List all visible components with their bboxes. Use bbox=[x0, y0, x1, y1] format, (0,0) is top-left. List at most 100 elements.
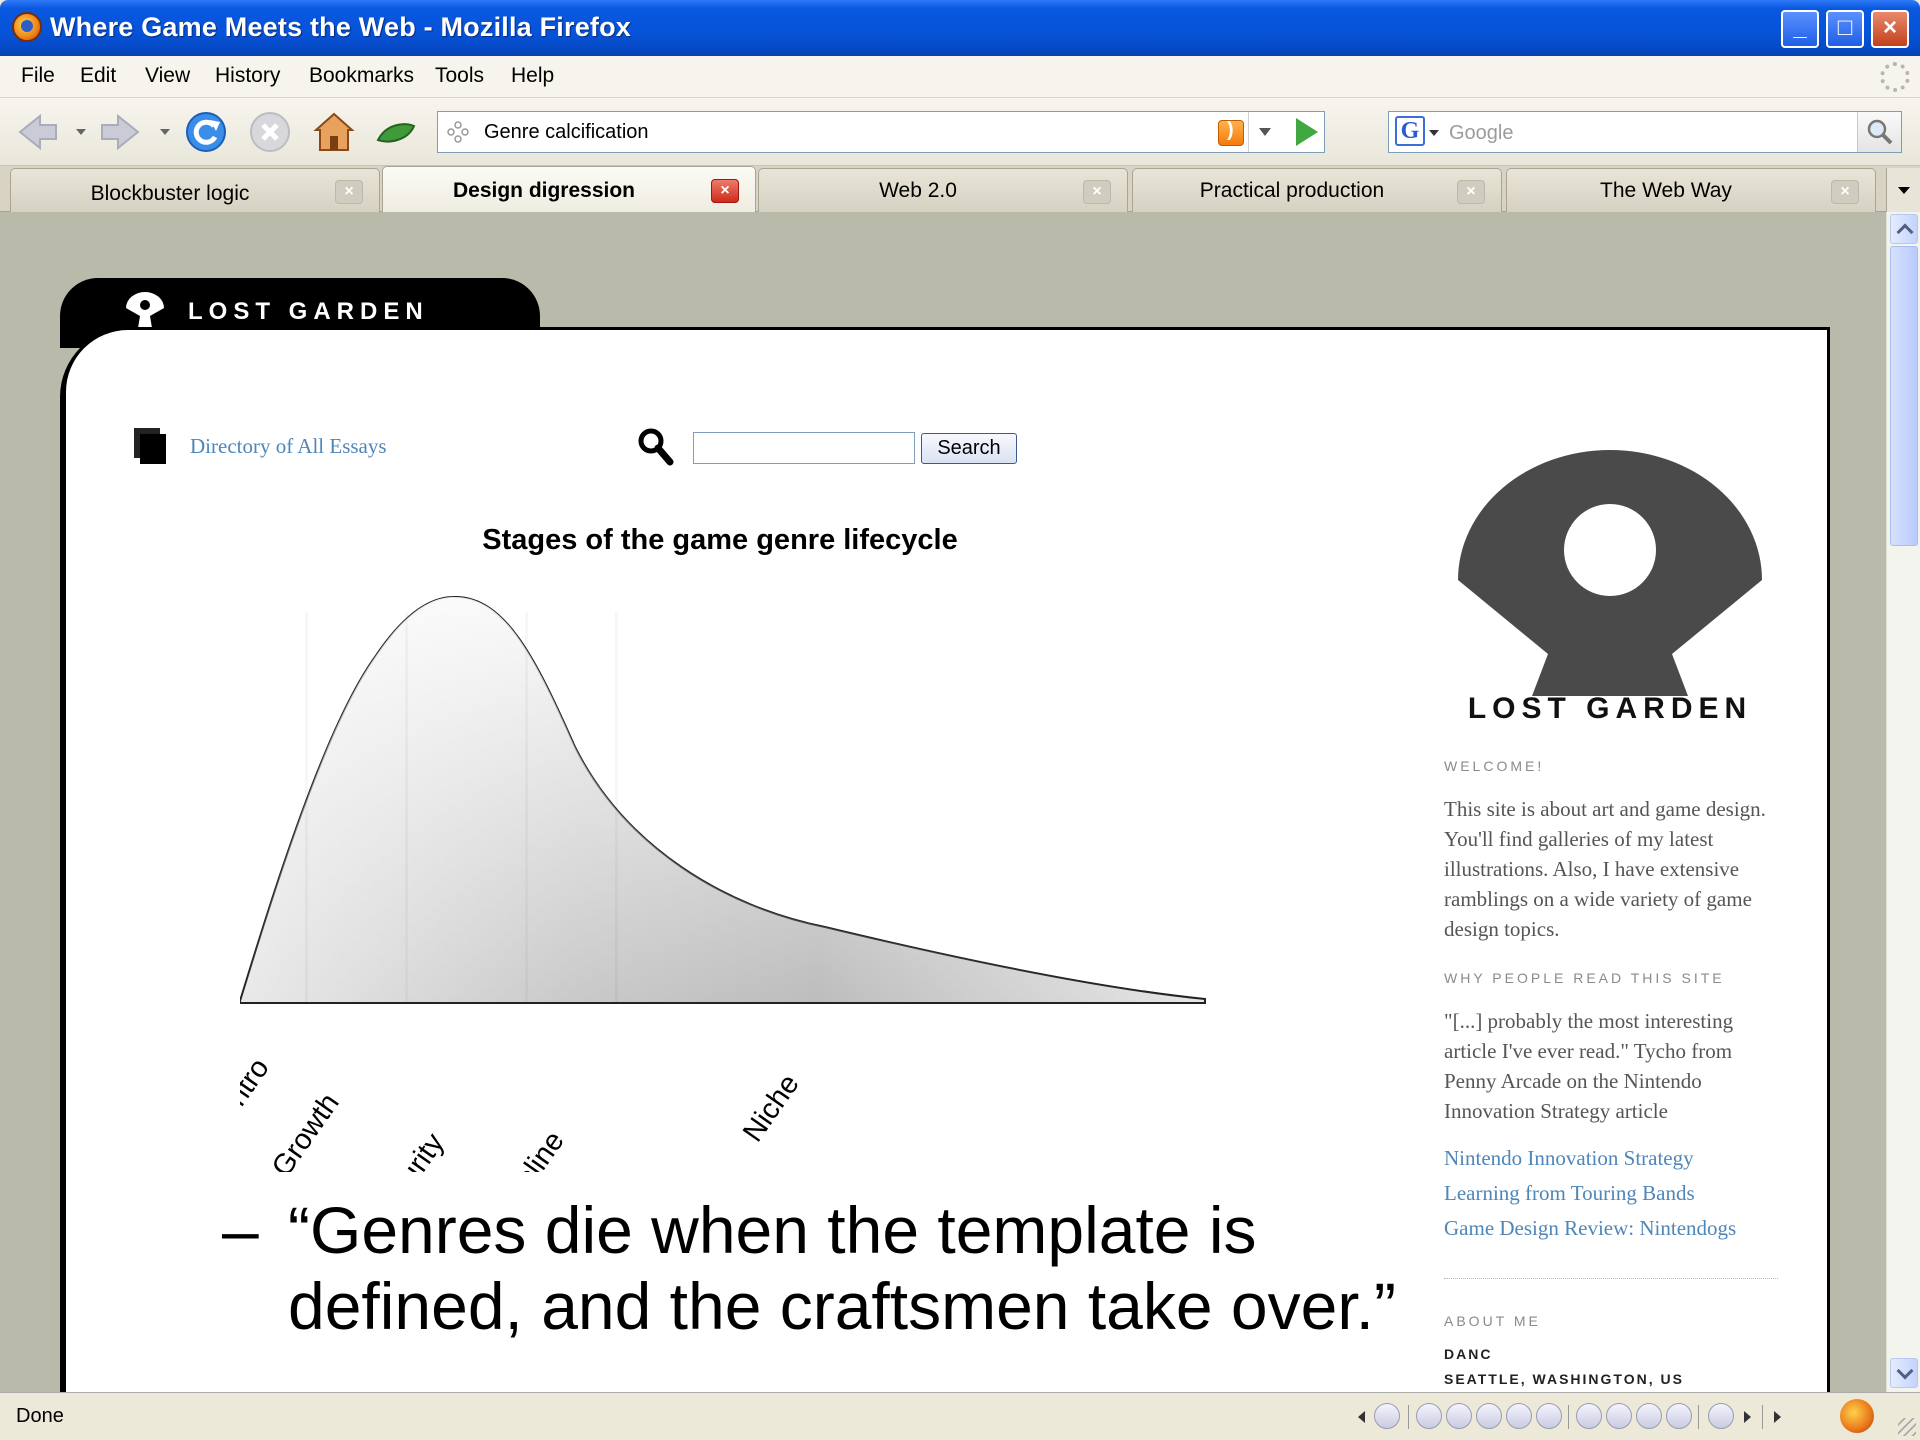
tab-web-2-0[interactable]: Web 2.0 × bbox=[758, 168, 1128, 212]
about-location: SEATTLE, WASHINGTON, US bbox=[1444, 1371, 1684, 1387]
tab-close-icon[interactable]: × bbox=[1083, 180, 1111, 204]
menu-bookmarks[interactable]: Bookmarks bbox=[309, 64, 414, 88]
prev-arrow-icon[interactable] bbox=[1358, 1411, 1365, 1423]
about-name: DANC bbox=[1444, 1346, 1493, 1362]
go-arrow-icon[interactable] bbox=[1296, 118, 1318, 146]
tab-close-icon[interactable]: × bbox=[711, 179, 739, 203]
menu-help[interactable]: Help bbox=[511, 64, 554, 88]
minimize-button[interactable]: _ bbox=[1781, 10, 1819, 48]
play-icon[interactable] bbox=[1446, 1403, 1472, 1429]
skip-back-icon[interactable] bbox=[1416, 1403, 1442, 1429]
genre-lifecycle-chart: IntroGrowth Maturity Decline Niche bbox=[240, 595, 1206, 1172]
link-nintendo-innovation-strategy[interactable]: Nintendo Innovation Strategy bbox=[1444, 1146, 1694, 1171]
chart-title: Stages of the game genre lifecycle bbox=[482, 524, 958, 556]
maximize-button[interactable]: □ bbox=[1826, 10, 1864, 48]
tab-label: Blockbuster logic bbox=[90, 182, 250, 205]
volume-down-icon[interactable] bbox=[1666, 1403, 1692, 1429]
back-arrow-icon[interactable] bbox=[16, 110, 60, 154]
site-name: LOST GARDEN bbox=[188, 298, 429, 325]
about-heading: ABOUT ME bbox=[1444, 1313, 1541, 1329]
scroll-thumb[interactable] bbox=[1890, 246, 1918, 546]
all-tabs-button[interactable] bbox=[1886, 168, 1920, 212]
page-content: LOST GARDEN Directory of All Essays Sear… bbox=[0, 212, 1886, 1392]
stage-band-divider bbox=[615, 612, 618, 1002]
status-text: Done bbox=[16, 1405, 64, 1427]
forward-arrow-icon[interactable] bbox=[98, 110, 142, 154]
menu-tools[interactable]: Tools bbox=[435, 64, 484, 88]
tab-close-icon[interactable]: × bbox=[335, 180, 363, 204]
menu-view[interactable]: View bbox=[145, 64, 190, 88]
stop-icon[interactable] bbox=[248, 110, 292, 154]
tab-label: Practical production bbox=[1199, 179, 1385, 202]
stage-label-niche: Niche bbox=[737, 1069, 806, 1148]
close-button[interactable]: × bbox=[1871, 10, 1909, 48]
firefox-status-icon[interactable] bbox=[1840, 1399, 1874, 1433]
lifecycle-curve bbox=[240, 595, 1206, 1004]
speaker-icon[interactable] bbox=[1708, 1403, 1734, 1429]
lost-garden-big-logo bbox=[1458, 450, 1762, 696]
stage-band-divider bbox=[305, 612, 308, 1002]
google-engine-icon[interactable]: G bbox=[1395, 116, 1425, 146]
sidebar-divider bbox=[1444, 1278, 1778, 1279]
pause-icon[interactable] bbox=[1476, 1403, 1502, 1429]
tab-practical-production[interactable]: Practical production × bbox=[1132, 168, 1502, 212]
minimize-icon: _ bbox=[1793, 14, 1807, 41]
reload-icon[interactable] bbox=[184, 110, 228, 154]
sidebar-logo-name: LOST GARDEN bbox=[1467, 692, 1753, 725]
status-bar: Done bbox=[0, 1392, 1920, 1440]
web-search-bar[interactable]: G Google bbox=[1388, 111, 1902, 153]
window-title: Where Game Meets the Web - Mozilla Firef… bbox=[50, 12, 632, 42]
scroll-down-arrow[interactable] bbox=[1890, 1358, 1918, 1388]
url-text[interactable]: Genre calcification bbox=[484, 121, 649, 144]
why-heading: WHY PEOPLE READ THIS SITE bbox=[1444, 970, 1725, 986]
lifecycle-curve-highlight bbox=[240, 597, 1205, 1003]
leaf-extension-icon[interactable] bbox=[374, 110, 418, 154]
site-search-input[interactable] bbox=[693, 432, 915, 464]
quote-line-2: defined, and the craftsmen take over.” bbox=[288, 1269, 1396, 1343]
next-arrow-icon[interactable] bbox=[1744, 1411, 1751, 1423]
scroll-up-arrow[interactable] bbox=[1890, 214, 1918, 244]
search-engine-dropdown[interactable] bbox=[1429, 130, 1439, 136]
vertical-scrollbar[interactable] bbox=[1886, 212, 1920, 1392]
stop-media-icon[interactable] bbox=[1506, 1403, 1532, 1429]
back-history-dropdown[interactable] bbox=[76, 129, 86, 135]
stage-label-decline: Decline bbox=[489, 1126, 571, 1172]
tab-design-digression[interactable]: Design digression × bbox=[382, 166, 756, 213]
expand-arrow-icon[interactable] bbox=[1774, 1411, 1781, 1423]
lost-garden-logo-icon bbox=[126, 292, 164, 328]
menu-file[interactable]: File bbox=[21, 64, 55, 88]
quote-line-1: “Genres die when the template is bbox=[288, 1193, 1257, 1267]
skip-forward-icon[interactable] bbox=[1536, 1403, 1562, 1429]
music-note-icon[interactable] bbox=[1374, 1403, 1400, 1429]
close-icon: × bbox=[1882, 14, 1897, 41]
volume-up-icon[interactable] bbox=[1636, 1403, 1662, 1429]
tab-blockbuster-logic[interactable]: Blockbuster logic × bbox=[10, 168, 380, 212]
link-learning-from-touring-bands[interactable]: Learning from Touring Bands bbox=[1444, 1181, 1695, 1206]
directory-of-essays-link[interactable]: Directory of All Essays bbox=[190, 434, 387, 459]
forward-history-dropdown[interactable] bbox=[160, 129, 170, 135]
link-game-design-review-nintendogs[interactable]: Game Design Review: Nintendogs bbox=[1444, 1216, 1736, 1241]
separator bbox=[1408, 1405, 1409, 1429]
tab-label: Web 2.0 bbox=[879, 179, 957, 202]
eject-icon[interactable] bbox=[1606, 1403, 1632, 1429]
resize-grip[interactable] bbox=[1898, 1418, 1916, 1436]
throbber-icon bbox=[1880, 62, 1910, 92]
search-go-button[interactable] bbox=[1857, 112, 1901, 152]
site-search-button[interactable]: Search bbox=[921, 433, 1017, 464]
rss-feed-icon[interactable] bbox=[1218, 119, 1244, 146]
tab-label: Design digression bbox=[452, 179, 636, 202]
tab-close-icon[interactable]: × bbox=[1831, 180, 1859, 204]
site-identity-icon bbox=[447, 121, 469, 143]
menu-history[interactable]: History bbox=[215, 64, 280, 88]
url-history-dropdown[interactable] bbox=[1248, 112, 1280, 152]
tab-the-web-way[interactable]: The Web Way × bbox=[1506, 168, 1876, 212]
separator bbox=[1568, 1405, 1569, 1429]
search-placeholder[interactable]: Google bbox=[1449, 122, 1514, 145]
stage-labels: IntroGrowth Maturity Decline Niche bbox=[240, 1053, 806, 1172]
url-bar[interactable]: Genre calcification bbox=[437, 111, 1325, 153]
stage-band-divider bbox=[405, 612, 408, 1002]
tab-close-icon[interactable]: × bbox=[1457, 180, 1485, 204]
home-icon[interactable] bbox=[312, 110, 356, 154]
menu-edit[interactable]: Edit bbox=[80, 64, 116, 88]
track-icon[interactable] bbox=[1576, 1403, 1602, 1429]
